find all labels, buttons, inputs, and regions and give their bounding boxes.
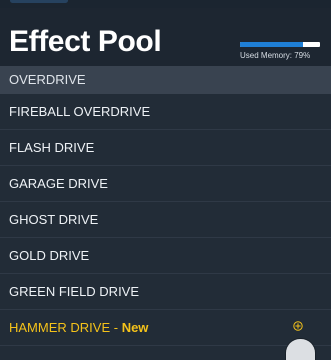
effect-item-gold-drive[interactable]: GOLD DRIVE — [0, 238, 331, 274]
effect-item-flash-drive[interactable]: FLASH DRIVE — [0, 130, 331, 166]
new-separator: - — [110, 320, 122, 335]
effect-item-hammer-drive[interactable]: HAMMER DRIVE - New — [0, 310, 331, 346]
memory-usage: Used Memory: 79% — [240, 42, 322, 66]
effect-item-label: HAMMER DRIVE — [9, 320, 111, 335]
effect-item-label: FIREBALL OVERDRIVE — [9, 104, 151, 119]
effect-item-label: GHOST DRIVE — [9, 212, 99, 227]
effect-item-label: FLASH DRIVE — [9, 140, 95, 155]
effect-item-label: GARAGE DRIVE — [9, 176, 108, 191]
effect-item-green-field-drive[interactable]: GREEN FIELD DRIVE — [0, 274, 331, 310]
effect-item-garage-drive[interactable]: GARAGE DRIVE — [0, 166, 331, 202]
effect-pool-header: Effect Pool Used Memory: 79% — [0, 8, 331, 66]
new-badge: New — [121, 320, 149, 335]
memory-usage-bar — [240, 42, 320, 47]
effect-pool-screen: Effect Pool Used Memory: 79% OVERDRIVE F… — [0, 0, 331, 360]
effect-list: FIREBALL OVERDRIVE FLASH DRIVE GARAGE DR… — [0, 94, 331, 346]
memory-usage-fill — [240, 42, 304, 47]
page-title: Effect Pool — [9, 25, 162, 58]
effect-item-label: GOLD DRIVE — [9, 248, 90, 263]
add-circle-icon[interactable] — [293, 321, 303, 331]
section-header-overdrive: OVERDRIVE — [0, 66, 331, 94]
effect-item-label: GREEN FIELD DRIVE — [9, 284, 140, 299]
drag-handle[interactable] — [286, 339, 315, 360]
top-strip-mark — [10, 0, 68, 3]
top-strip — [0, 0, 331, 8]
effect-item-ghost-drive[interactable]: GHOST DRIVE — [0, 202, 331, 238]
memory-usage-label: Used Memory: 79% — [240, 51, 311, 60]
effect-item-fireball-overdrive[interactable]: FIREBALL OVERDRIVE — [0, 94, 331, 130]
